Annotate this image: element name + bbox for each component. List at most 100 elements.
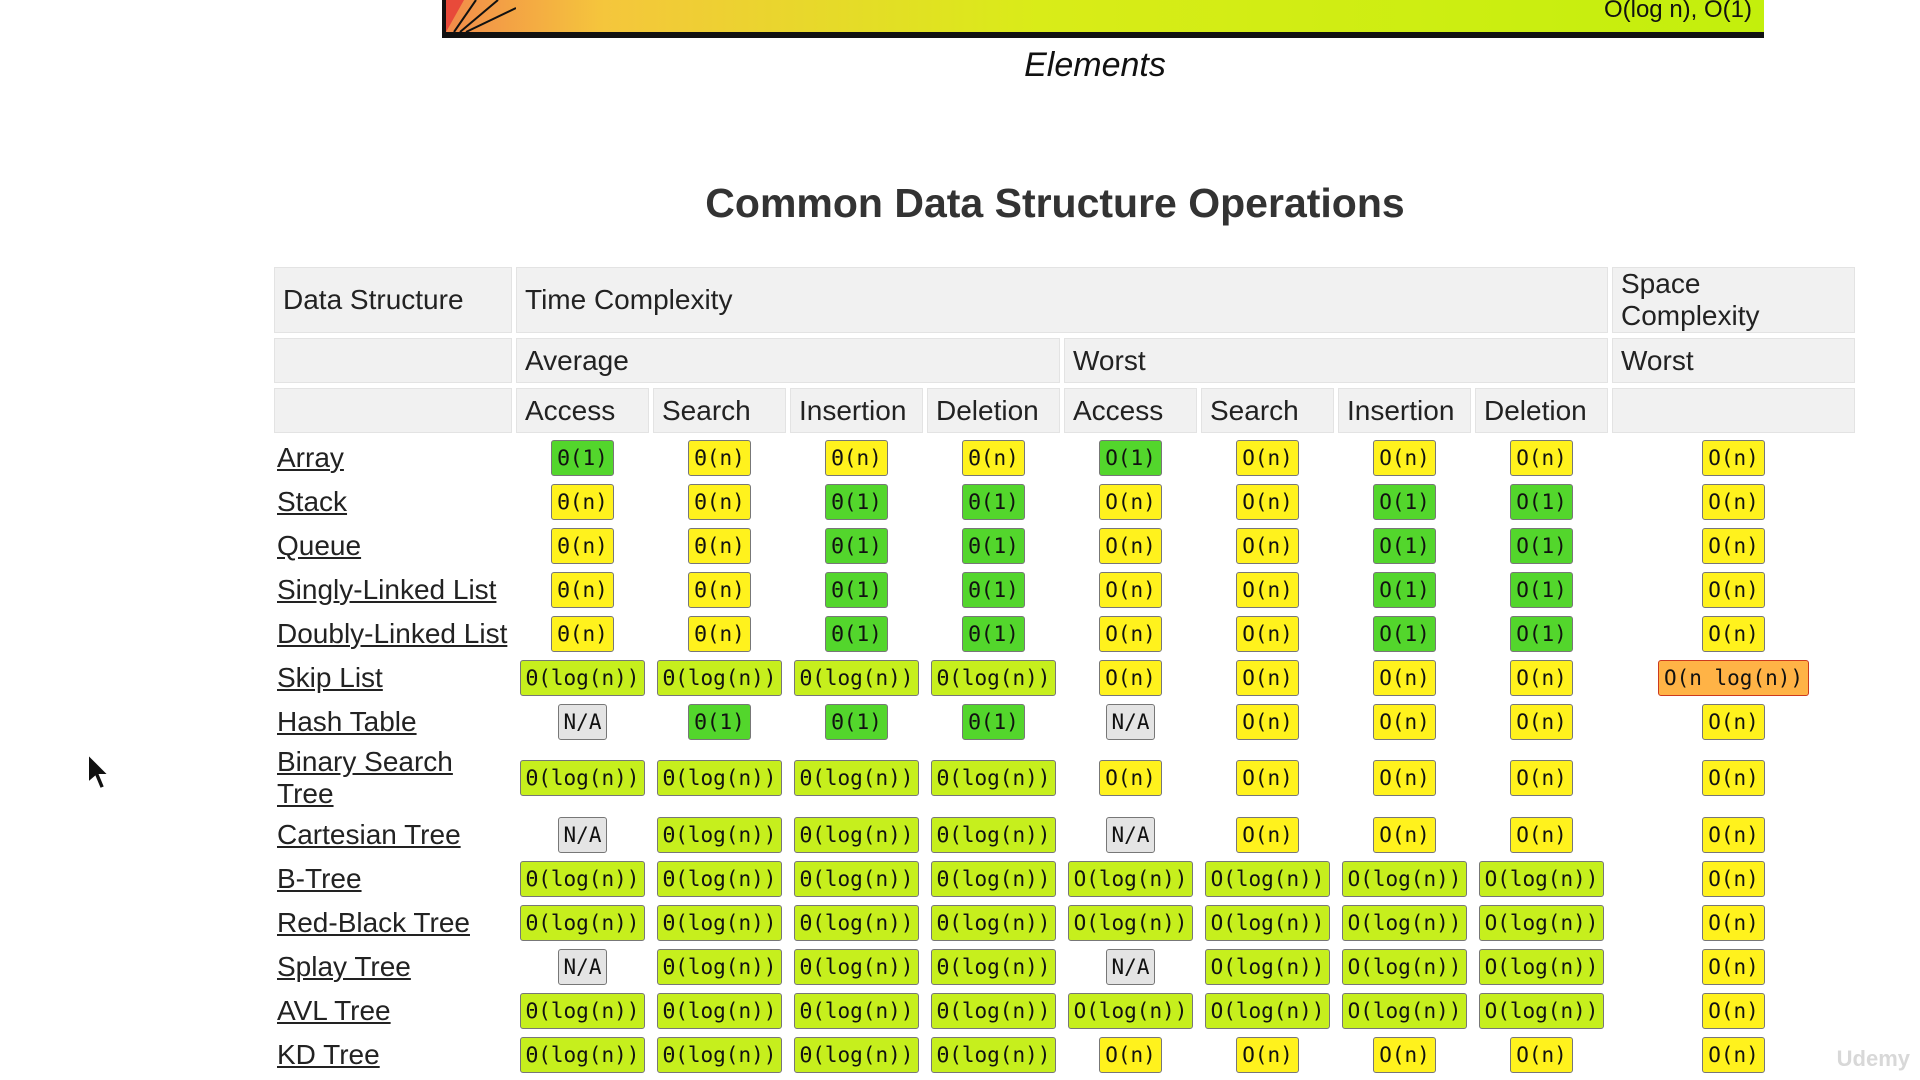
complexity-cell: Θ(log(n)) <box>927 947 1060 986</box>
complexity-badge: Θ(n) <box>825 439 888 476</box>
complexity-badge: Θ(1) <box>688 703 751 740</box>
complexity-cell: O(log(n)) <box>1201 991 1334 1030</box>
table-row: Cartesian Tree N/A Θ(log(n)) Θ(log(n)) Θ(log… <box>274 815 1855 854</box>
complexity-cell: O(n) <box>1612 482 1855 521</box>
complexity-badge: O(n) <box>1099 615 1162 652</box>
complexity-badge: Θ(1) <box>825 703 888 740</box>
data-structure-name-cell: Cartesian Tree <box>274 815 512 854</box>
data-structure-link[interactable]: Queue <box>277 530 361 561</box>
complexity-cell: Θ(1) <box>790 614 923 653</box>
header-avg-search: Search <box>653 388 786 433</box>
complexity-cell: Θ(log(n)) <box>653 991 786 1030</box>
complexity-badge: Θ(log(n)) <box>656 904 783 941</box>
data-structure-link[interactable]: Stack <box>277 486 347 517</box>
complexity-badge: Θ(n) <box>688 439 751 476</box>
table-body: Array Θ(1) Θ(n) Θ(n) Θ(n) O(1) O(n) O(n) O(n) O(n… <box>274 438 1855 1074</box>
complexity-cell: O(n) <box>1064 614 1197 653</box>
complexity-badge: O(n) <box>1702 615 1765 652</box>
complexity-badge: O(n) <box>1702 483 1765 520</box>
complexity-badge: Θ(log(n)) <box>519 992 646 1029</box>
complexity-cell: O(1) <box>1338 570 1471 609</box>
data-structure-link[interactable]: Red-Black Tree <box>277 907 470 938</box>
complexity-badge: O(1) <box>1373 615 1436 652</box>
header-space-complexity: Space Complexity <box>1612 267 1855 333</box>
complexity-cell: O(n) <box>1201 438 1334 477</box>
data-structure-name-cell: Hash Table <box>274 702 512 741</box>
complexity-cell: Θ(1) <box>927 614 1060 653</box>
header-row-1: Data Structure Time Complexity Space Com… <box>274 267 1855 333</box>
table-row: Queue Θ(n) Θ(n) Θ(1) Θ(1) O(n) O(n) O(1) O(1) O(n… <box>274 526 1855 565</box>
complexity-cell: O(n) <box>1201 570 1334 609</box>
complexity-cell: O(n) <box>1338 438 1471 477</box>
complexity-badge: O(n) <box>1236 703 1299 740</box>
complexity-badge: O(log(n)) <box>1341 948 1468 985</box>
data-structure-link[interactable]: B-Tree <box>277 863 362 894</box>
complexity-cell: Θ(1) <box>927 482 1060 521</box>
complexity-badge: Θ(log(n)) <box>793 992 920 1029</box>
complexity-badge: O(log(n)) <box>1067 992 1194 1029</box>
complexity-badge: O(n log(n)) <box>1657 659 1810 696</box>
complexity-cell: N/A <box>1064 702 1197 741</box>
complexity-cell: O(n log(n)) <box>1612 658 1855 697</box>
complexity-cell: O(n) <box>1201 1035 1334 1074</box>
complexity-badge: Θ(log(n)) <box>793 948 920 985</box>
complexity-badge: Θ(n) <box>551 615 614 652</box>
complexity-badge: O(n) <box>1099 527 1162 564</box>
complexity-cell: Θ(1) <box>790 526 923 565</box>
complexity-badge: Θ(log(n)) <box>519 659 646 696</box>
data-structure-name-cell: Binary Search Tree <box>274 746 512 810</box>
complexity-cell: Θ(1) <box>653 702 786 741</box>
complexity-badge: O(log(n)) <box>1341 860 1468 897</box>
complexity-badge: Θ(log(n)) <box>519 1036 646 1073</box>
header-worst-search: Search <box>1201 388 1334 433</box>
complexity-badge: O(n) <box>1236 760 1299 796</box>
complexity-badge: O(n) <box>1236 816 1299 853</box>
complexity-cell: O(n) <box>1612 526 1855 565</box>
complexity-cell: Θ(log(n)) <box>790 746 923 810</box>
complexity-badge: Θ(log(n)) <box>930 948 1057 985</box>
data-structure-name-cell: Stack <box>274 482 512 521</box>
complexity-cell: Θ(n) <box>653 614 786 653</box>
complexity-badge: O(log(n)) <box>1341 904 1468 941</box>
complexity-badge: O(n) <box>1702 1036 1765 1073</box>
data-structure-name-cell: Doubly-Linked List <box>274 614 512 653</box>
header-blank <box>1612 388 1855 433</box>
data-structure-link[interactable]: Singly-Linked List <box>277 574 496 605</box>
udemy-watermark: Udemy <box>1836 1046 1910 1071</box>
data-structure-link[interactable]: KD Tree <box>277 1039 380 1070</box>
data-structure-link[interactable]: Hash Table <box>277 706 417 737</box>
complexity-cell: Θ(log(n)) <box>653 947 786 986</box>
complexity-cell: O(log(n)) <box>1201 859 1334 898</box>
data-structure-link[interactable]: Skip List <box>277 662 383 693</box>
complexity-badge: O(log(n)) <box>1478 860 1605 897</box>
data-structure-link[interactable]: Binary Search Tree <box>277 746 453 809</box>
data-structure-link[interactable]: Array <box>277 442 344 473</box>
complexity-cell: Θ(log(n)) <box>927 746 1060 810</box>
complexity-badge: Θ(1) <box>551 439 614 476</box>
complexity-badge: O(n) <box>1099 571 1162 608</box>
complexity-badge: Θ(log(n)) <box>793 659 920 696</box>
complexity-cell: O(log(n)) <box>1338 903 1471 942</box>
complexity-badge: O(log(n)) <box>1067 860 1194 897</box>
complexity-badge: O(log(n)) <box>1478 948 1605 985</box>
complexity-cell: O(n) <box>1201 526 1334 565</box>
complexity-badge: O(n) <box>1510 439 1573 476</box>
complexity-cell: Θ(log(n)) <box>790 859 923 898</box>
complexity-cell: Θ(log(n)) <box>653 859 786 898</box>
data-structure-link[interactable]: AVL Tree <box>277 995 391 1026</box>
complexity-badge: Θ(log(n)) <box>793 760 920 796</box>
table-row: Splay Tree N/A Θ(log(n)) Θ(log(n)) Θ(log(n))… <box>274 947 1855 986</box>
complexity-badge: Θ(log(n)) <box>519 904 646 941</box>
data-structure-link[interactable]: Doubly-Linked List <box>277 618 507 649</box>
data-structure-link[interactable]: Splay Tree <box>277 951 411 982</box>
complexity-cell: O(n) <box>1201 658 1334 697</box>
complexity-badge: O(1) <box>1510 615 1573 652</box>
complexity-badge: O(n) <box>1702 439 1765 476</box>
data-structure-link[interactable]: Cartesian Tree <box>277 819 461 850</box>
complexity-cell: O(log(n)) <box>1201 947 1334 986</box>
header-worst-deletion: Deletion <box>1475 388 1608 433</box>
complexity-cell: Θ(n) <box>653 482 786 521</box>
complexity-cell: Θ(n) <box>516 526 649 565</box>
complexity-cell: O(1) <box>1064 438 1197 477</box>
complexity-badge: Θ(n) <box>688 615 751 652</box>
